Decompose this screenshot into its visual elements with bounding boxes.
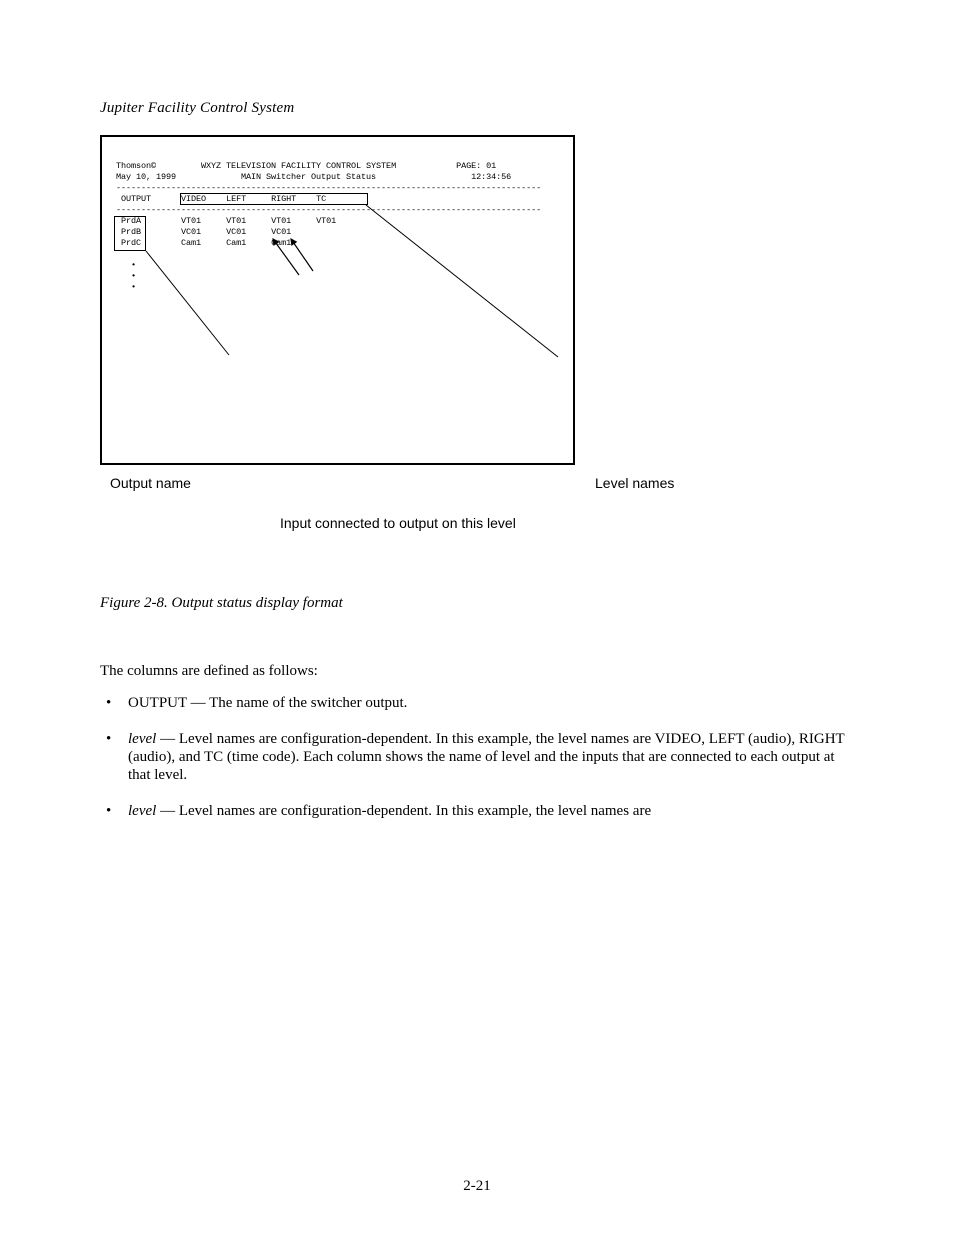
page-number: 2-21 (0, 1178, 954, 1195)
callout-level-names: Level names (595, 475, 674, 491)
terminal-box: Thomson© WXYZ TELEVISION FACILITY CONTRO… (100, 135, 575, 465)
section-label: Jupiter Facility Control System (100, 100, 854, 117)
terminal-screen: Thomson© WXYZ TELEVISION FACILITY CONTRO… (102, 137, 573, 307)
figure-caption: Figure 2-8. Output status display format (100, 595, 854, 612)
list-item: OUTPUT — The name of the switcher output… (100, 694, 854, 712)
list-item: level — Level names are configuration-de… (100, 802, 854, 820)
document-page: Jupiter Facility Control System Thomson©… (0, 0, 954, 898)
figure-container: Thomson© WXYZ TELEVISION FACILITY CONTRO… (100, 135, 854, 612)
definition-list: OUTPUT — The name of the switcher output… (100, 694, 854, 820)
callout-output-name: Output name (110, 475, 191, 491)
list-item: level — Level names are configuration-de… (100, 730, 854, 784)
callout-input-connected: Input connected to output on this level (280, 515, 540, 531)
body-intro: The columns are defined as follows: (100, 662, 854, 680)
